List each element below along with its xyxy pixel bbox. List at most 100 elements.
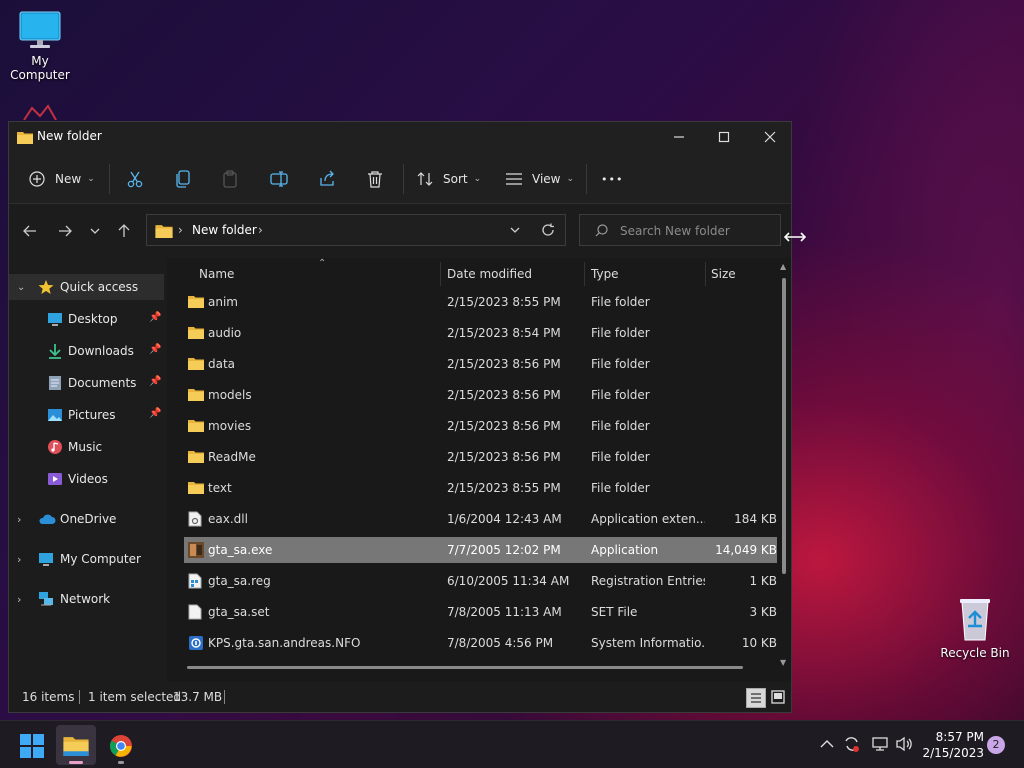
file-date: 2/15/2023 8:56 PM [447,388,561,402]
column-divider[interactable] [705,262,706,286]
scroll-down-icon[interactable]: ▼ [780,658,786,667]
table-row[interactable]: gta_sa.exe 7/7/2005 12:02 PM Application 14… [184,537,777,563]
table-row[interactable]: data 2/15/2023 8:56 PM File folder [184,351,777,377]
column-headers: ⌃ Name Date modified Type Size [167,258,791,288]
taskbar: 8:57 PM 2/15/2023 [0,720,1024,768]
details-view-button[interactable] [746,688,766,708]
clock[interactable]: 8:57 PM 2/15/2023 [920,729,984,761]
file-type: Registration Entries [591,574,705,588]
column-header-name[interactable]: Name [199,267,234,281]
horizontal-scrollbar[interactable] [187,666,743,669]
file-date: 7/7/2005 12:02 PM [447,543,561,557]
chevron-right-icon[interactable]: › [17,593,21,606]
back-button[interactable] [20,221,40,241]
delete-button[interactable] [367,166,383,192]
view-list-icon [506,173,522,185]
forward-button[interactable] [55,221,75,241]
maximize-button[interactable] [701,122,747,152]
file-type: Application exten... [591,512,705,526]
column-header-size[interactable]: Size [711,267,736,281]
file-type: File folder [591,419,650,433]
clock-date: 2/15/2023 [922,746,984,760]
file-date: 1/6/2004 12:43 AM [447,512,562,526]
pin-icon: 📌 [149,376,162,387]
table-row[interactable]: anim 2/15/2023 8:55 PM File folder [184,289,777,315]
chevron-down-icon: ⌄ [87,174,95,184]
windows-logo-icon [20,734,44,758]
scroll-up-icon[interactable]: ▲ [780,262,786,271]
sidebar-item-network[interactable]: › Network [9,586,167,612]
table-row[interactable]: text 2/15/2023 8:55 PM File folder [184,475,777,501]
chevron-right-icon[interactable]: › [17,553,21,566]
table-row[interactable]: movies 2/15/2023 8:56 PM File folder [184,413,777,439]
file-type: SET File [591,605,638,619]
rename-button[interactable] [270,166,288,192]
chevron-right-icon[interactable]: › [17,513,21,526]
more-options-button[interactable]: ••• [601,166,623,192]
table-row[interactable]: ReadMe 2/15/2023 8:56 PM File folder [184,444,777,470]
share-button[interactable] [318,166,336,192]
table-row[interactable]: models 2/15/2023 8:56 PM File folder [184,382,777,408]
desktop-recycle-bin[interactable]: Recycle Bin [935,596,1015,660]
column-header-date[interactable]: Date modified [447,267,532,281]
cut-button[interactable] [126,166,144,192]
column-header-type[interactable]: Type [591,267,619,281]
column-divider[interactable] [584,262,585,286]
copy-button[interactable] [175,166,191,192]
trash-icon [368,171,382,188]
file-date: 2/15/2023 8:55 PM [447,481,561,495]
column-divider[interactable] [440,262,441,286]
sort-label: Sort [443,172,468,186]
clock-time: 8:57 PM [935,730,984,744]
notification-badge[interactable]: 2 [987,736,1005,754]
table-row[interactable]: KPS.gta.san.andreas.NFO 7/8/2005 4:56 PM S… [184,630,777,656]
sync-status-icon[interactable] [843,735,861,756]
sidebar-item-label: Network [60,592,111,606]
sort-button[interactable]: Sort ⌄ [417,166,481,192]
title-bar[interactable]: New folder [9,122,791,152]
monitor-icon [38,551,54,567]
scroll-thumb[interactable] [782,278,786,574]
minimize-button[interactable] [656,122,702,152]
taskbar-chrome[interactable] [104,729,138,764]
recent-locations-button[interactable] [85,221,105,241]
breadcrumb-chevron-icon[interactable]: › [258,223,263,237]
sidebar-item-desktop[interactable]: Desktop 📌 [9,306,167,332]
arrow-left-icon [23,225,36,237]
breadcrumb-segment[interactable]: New folder [192,223,257,237]
table-row[interactable]: gta_sa.reg 6/10/2005 11:34 AM Registration… [184,568,777,594]
network-status-icon[interactable] [871,736,889,755]
table-row[interactable]: eax.dll 1/6/2004 12:43 AM Application exte… [184,506,777,532]
sidebar-item-documents[interactable]: Documents 📌 [9,370,167,396]
close-button[interactable] [747,122,793,152]
paste-button[interactable] [222,166,238,192]
taskbar-file-explorer[interactable] [56,725,96,765]
sidebar-item-music[interactable]: Music [9,434,167,460]
desktop-my-computer[interactable]: My Computer [0,10,80,82]
view-button[interactable]: View ⌄ [506,166,574,192]
sidebar-item-onedrive[interactable]: › OneDrive [9,506,167,532]
search-input[interactable]: Search New folder [579,214,781,246]
file-type: File folder [591,357,650,371]
partial-desktop-icon[interactable] [20,104,60,121]
table-row[interactable]: audio 2/15/2023 8:54 PM File folder [184,320,777,346]
file-name: movies [208,419,252,433]
table-row[interactable]: gta_sa.set 7/8/2005 11:13 AM SET File 3 KB [184,599,777,625]
chevron-down-icon[interactable]: ⌄ [17,282,25,293]
address-dropdown-button[interactable] [509,224,521,239]
up-button[interactable] [114,221,134,241]
tiles-view-button[interactable] [769,688,789,708]
volume-icon[interactable] [895,736,913,755]
recycle-bin-icon [953,596,997,642]
sidebar-item-quick-access[interactable]: ⌄ Quick access [9,274,164,300]
sidebar-item-videos[interactable]: Videos [9,466,167,492]
refresh-button[interactable] [541,223,555,240]
start-button[interactable] [20,734,44,761]
sidebar-item-downloads[interactable]: Downloads 📌 [9,338,167,364]
show-hidden-icons-button[interactable] [820,738,834,752]
new-button[interactable]: New ⌄ [29,166,95,192]
sidebar-item-my-computer[interactable]: › My Computer [9,546,167,572]
address-bar[interactable]: › New folder › [146,214,566,246]
vertical-scrollbar[interactable]: ▲ ▼ [779,262,789,672]
sidebar-item-pictures[interactable]: Pictures 📌 [9,402,167,428]
